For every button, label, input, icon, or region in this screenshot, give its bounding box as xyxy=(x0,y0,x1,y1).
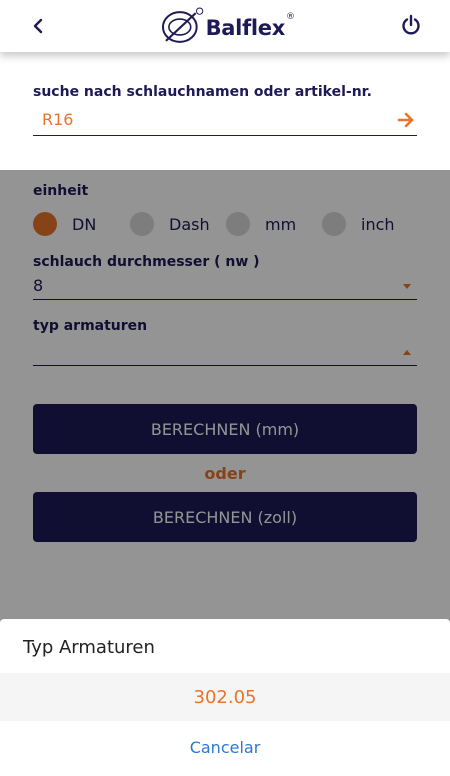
logo-registered: ® xyxy=(286,12,295,22)
search-input[interactable]: R16 xyxy=(33,108,417,136)
cancel-button[interactable]: Cancelar xyxy=(0,725,450,769)
power-icon xyxy=(402,14,420,35)
power-button[interactable] xyxy=(396,10,426,40)
chevron-left-icon xyxy=(33,18,43,34)
search-label: suche nach schlauchnamen oder artikel-nr… xyxy=(33,84,372,100)
arrow-right-icon[interactable] xyxy=(397,111,415,129)
app-header: Balflex ® xyxy=(0,0,450,52)
search-section: suche nach schlauchnamen oder artikel-nr… xyxy=(0,52,450,170)
action-sheet: Typ Armaturen 302.05 Cancelar xyxy=(0,619,450,776)
balflex-logo: Balflex ® xyxy=(160,4,295,48)
logo-mark-icon xyxy=(161,7,204,43)
sheet-option-item[interactable]: 302.05 xyxy=(0,673,450,721)
back-button[interactable] xyxy=(22,10,54,42)
search-value: R16 xyxy=(42,110,74,129)
sheet-title: Typ Armaturen xyxy=(23,637,155,658)
logo-text: Balflex xyxy=(205,16,286,40)
